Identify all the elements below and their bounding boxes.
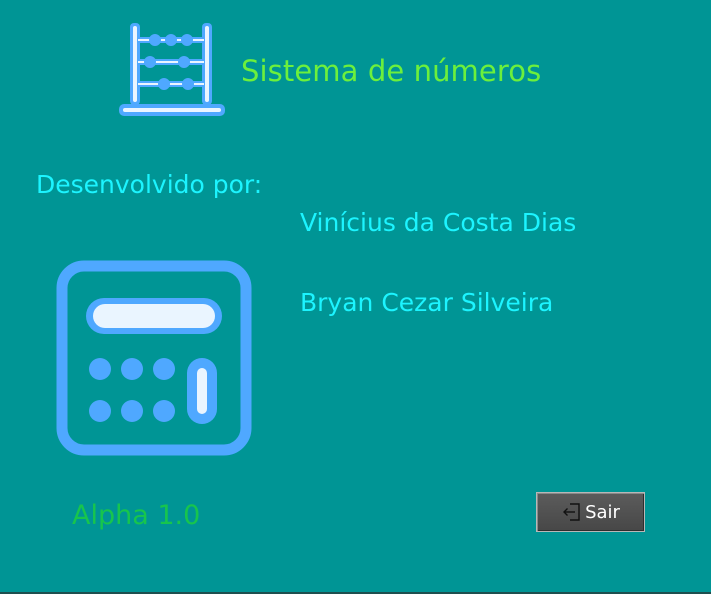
version-label: Alpha 1.0 xyxy=(72,500,201,531)
developer-name: Bryan Cezar Silveira xyxy=(300,288,554,317)
exit-button-label: Sair xyxy=(585,501,620,523)
exit-button[interactable]: Sair xyxy=(536,492,645,532)
about-window: Sistema de números Desenvolvido por: Vin… xyxy=(0,0,711,594)
app-title: Sistema de números xyxy=(241,54,542,88)
exit-icon xyxy=(563,503,580,521)
calculator-icon xyxy=(56,260,252,456)
developer-name: Vinícius da Costa Dias xyxy=(300,208,577,237)
developed-by-label: Desenvolvido por: xyxy=(36,170,263,199)
abacus-icon xyxy=(119,23,225,116)
